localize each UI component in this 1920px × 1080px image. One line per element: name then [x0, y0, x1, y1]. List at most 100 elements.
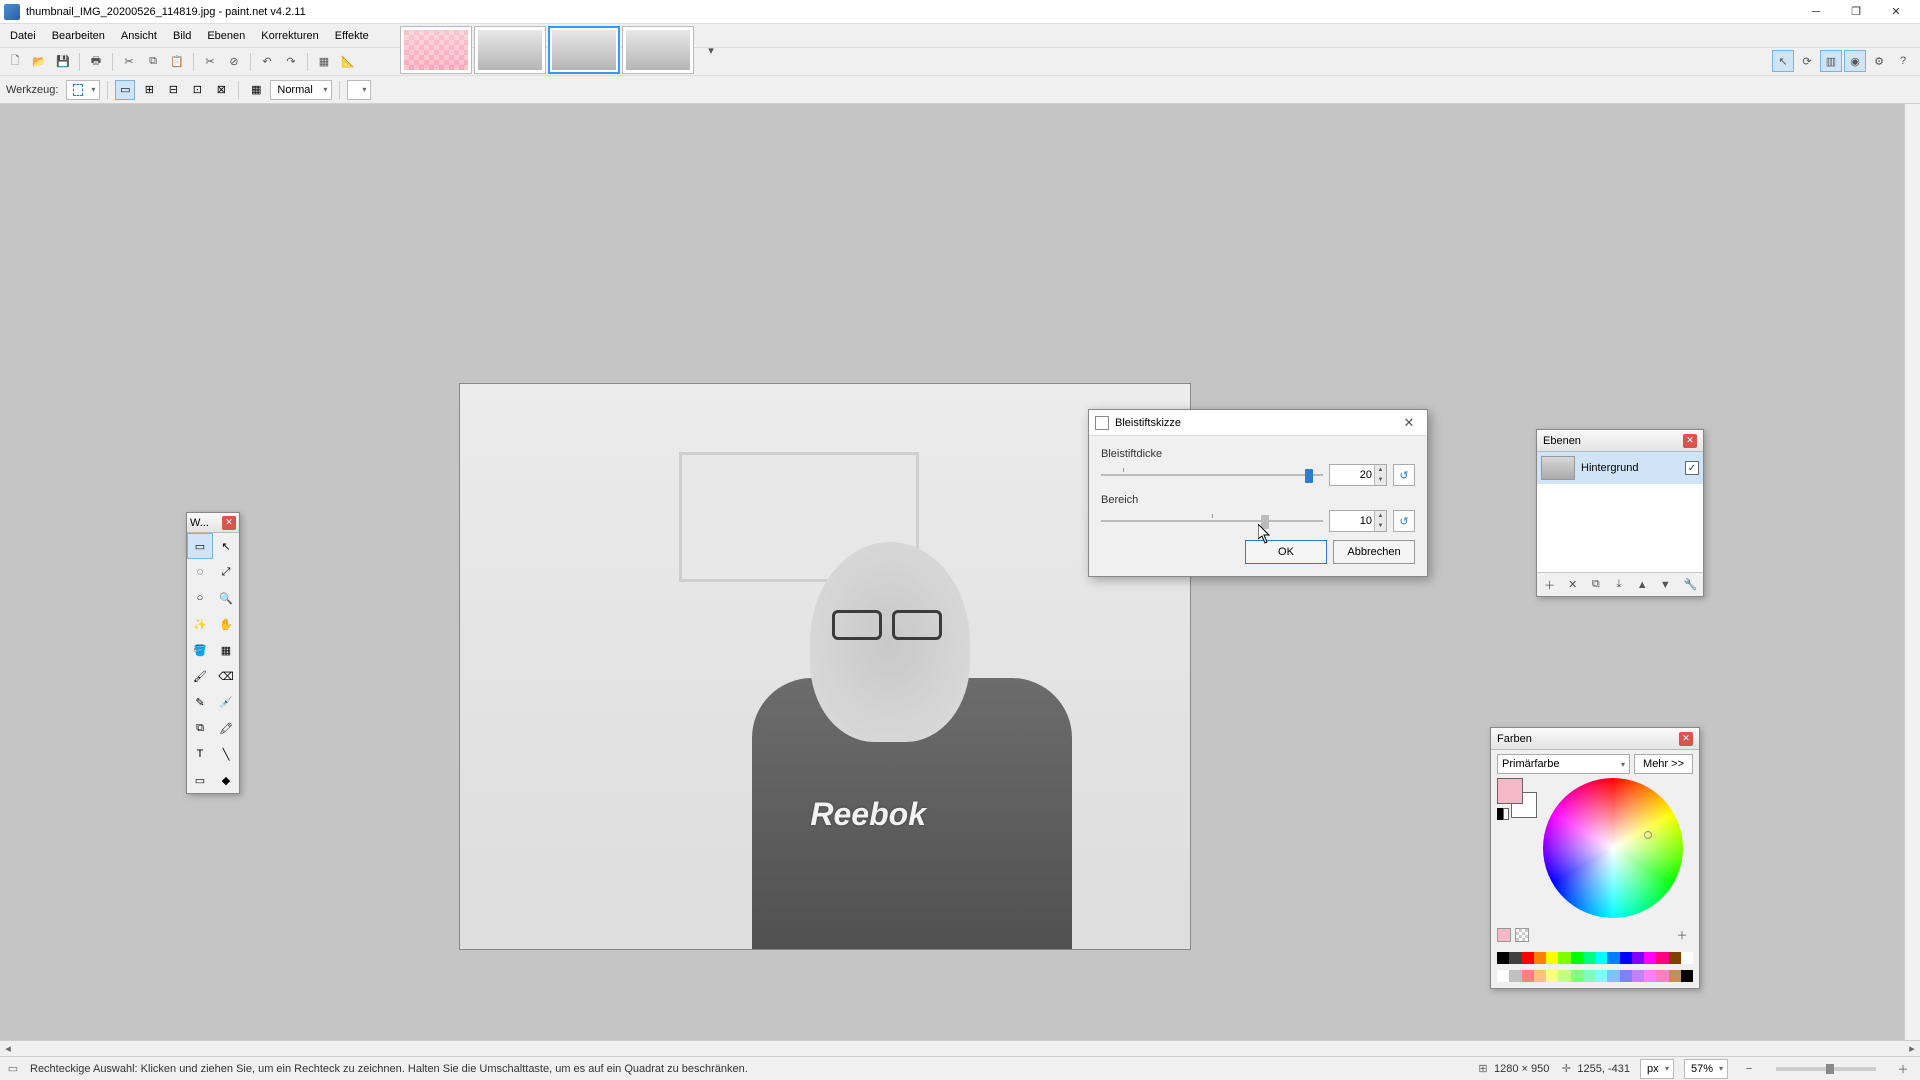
zoom-in-icon[interactable]: ＋ [1892, 1058, 1914, 1080]
horizontal-scrollbar[interactable]: ◂ ▸ [0, 1040, 1920, 1056]
palette-swatch[interactable] [1522, 952, 1534, 964]
layers-panel[interactable]: Ebenen ✕ Hintergrund ✓ ＋ ✕ ⧉ ⤓ ▲ ▼ 🔧 [1536, 429, 1704, 597]
move-layer-up-icon[interactable]: ▲ [1632, 574, 1653, 596]
toggle-layers-window[interactable]: ▥ [1820, 50, 1842, 72]
deselect-icon[interactable]: ⊘ [223, 51, 245, 73]
document-tab-1[interactable] [400, 26, 472, 74]
palette-swatch[interactable] [1656, 952, 1668, 964]
cut-icon[interactable]: ✂ [118, 51, 140, 73]
selection-mode-subtract[interactable]: ⊟ [163, 80, 183, 100]
recent-color-swatch[interactable] [1515, 928, 1529, 942]
menu-bild[interactable]: Bild [165, 27, 199, 45]
selection-mode-intersect[interactable]: ⊡ [187, 80, 207, 100]
tool-text[interactable]: T [187, 741, 213, 767]
tool-recolor[interactable]: 🖍 [213, 715, 239, 741]
selection-mode-add[interactable]: ⊞ [139, 80, 159, 100]
copy-icon[interactable]: ⧉ [142, 51, 164, 73]
tool-pan[interactable]: ✋ [213, 611, 239, 637]
spin-down[interactable]: ▼ [1374, 521, 1386, 531]
move-layer-down-icon[interactable]: ▼ [1655, 574, 1676, 596]
tool-pencil[interactable]: ✎ [187, 689, 213, 715]
palette-swatch[interactable] [1620, 952, 1632, 964]
layers-close[interactable]: ✕ [1683, 434, 1697, 448]
more-button[interactable]: Mehr >> [1634, 754, 1693, 774]
palette-swatch[interactable] [1546, 970, 1558, 982]
menu-datei[interactable]: Datei [2, 27, 44, 45]
palette-swatch[interactable] [1632, 970, 1644, 982]
minimize-button[interactable]: ─ [1796, 1, 1836, 23]
range-reset[interactable]: ↺ [1393, 510, 1415, 532]
toggle-history-window[interactable]: ⟳ [1796, 50, 1818, 72]
document-tab-4[interactable] [622, 26, 694, 74]
tool-ellipse-select[interactable]: ○ [187, 585, 213, 611]
ruler-icon[interactable]: 📐 [337, 51, 359, 73]
zoom-selector[interactable]: 57% [1684, 1059, 1728, 1079]
tools-window-titlebar[interactable]: W... ✕ [187, 513, 239, 533]
pencil-thickness-slider[interactable] [1101, 466, 1323, 484]
tab-overflow-icon[interactable]: ▾ [700, 39, 722, 61]
palette-swatch[interactable] [1558, 970, 1570, 982]
tool-color-picker[interactable]: 💉 [213, 689, 239, 715]
layer-item[interactable]: Hintergrund ✓ [1537, 452, 1703, 484]
recent-color-swatch[interactable] [1497, 928, 1511, 942]
open-file-icon[interactable]: 📂 [28, 51, 50, 73]
duplicate-layer-icon[interactable]: ⧉ [1585, 574, 1606, 596]
colors-close[interactable]: ✕ [1679, 732, 1693, 746]
add-layer-icon[interactable]: ＋ [1539, 574, 1560, 596]
pencil-thickness-reset[interactable]: ↺ [1393, 464, 1415, 486]
scrollbar-track[interactable] [16, 1041, 1904, 1057]
maximize-button[interactable]: ❐ [1836, 1, 1876, 23]
units-selector[interactable]: px [1640, 1059, 1674, 1079]
palette-swatch[interactable] [1669, 952, 1681, 964]
dialog-titlebar[interactable]: Bleistiftskizze ✕ [1089, 410, 1427, 436]
selection-mode-replace[interactable]: ▭ [115, 80, 135, 100]
scroll-left-icon[interactable]: ◂ [0, 1041, 16, 1057]
menu-ansicht[interactable]: Ansicht [113, 27, 165, 45]
scroll-right-icon[interactable]: ▸ [1904, 1041, 1920, 1057]
palette-swatch[interactable] [1644, 970, 1656, 982]
palette-swatch[interactable] [1656, 970, 1668, 982]
spin-up[interactable]: ▲ [1374, 511, 1386, 521]
vertical-scrollbar[interactable] [1904, 104, 1920, 1040]
flood-mode-icon[interactable]: ▦ [246, 80, 266, 100]
palette-swatch[interactable] [1522, 970, 1534, 982]
toggle-tools-window[interactable]: ↖ [1772, 50, 1794, 72]
save-file-icon[interactable]: 💾 [52, 51, 74, 73]
menu-bearbeiten[interactable]: Bearbeiten [44, 27, 113, 45]
selection-mode-xor[interactable]: ⊠ [211, 80, 231, 100]
range-slider[interactable] [1101, 512, 1323, 530]
tool-move-selection[interactable]: ⤢ [213, 559, 239, 585]
pencil-thickness-input[interactable]: 20 ▲▼ [1329, 464, 1387, 486]
palette-swatch[interactable] [1669, 970, 1681, 982]
palette-swatch[interactable] [1497, 952, 1509, 964]
tool-move[interactable]: ↖ [213, 533, 239, 559]
swap-colors-icon[interactable] [1497, 808, 1509, 820]
ok-button[interactable]: OK [1245, 540, 1327, 564]
add-palette-color-icon[interactable]: ＋ [1671, 924, 1693, 946]
delete-layer-icon[interactable]: ✕ [1562, 574, 1583, 596]
palette-swatch[interactable] [1595, 970, 1607, 982]
settings-icon[interactable]: ⚙ [1868, 50, 1890, 72]
color-swatches[interactable] [1497, 778, 1537, 818]
palette-swatch[interactable] [1620, 970, 1632, 982]
colors-titlebar[interactable]: Farben ✕ [1491, 728, 1699, 750]
menu-korrekturen[interactable]: Korrekturen [253, 27, 326, 45]
tool-magic-wand[interactable]: ✨ [187, 611, 213, 637]
color-wheel[interactable] [1543, 778, 1683, 918]
tool-lasso[interactable]: ◌ [187, 559, 213, 585]
crop-icon[interactable]: ✂ [199, 51, 221, 73]
layer-properties-icon[interactable]: 🔧 [1680, 574, 1701, 596]
range-input[interactable]: 10 ▲▼ [1329, 510, 1387, 532]
spin-up[interactable]: ▲ [1374, 465, 1386, 475]
sampling-selector[interactable] [347, 80, 371, 100]
palette-swatch[interactable] [1558, 952, 1570, 964]
colors-panel[interactable]: Farben ✕ Primärfarbe Mehr >> [1490, 727, 1700, 989]
tool-selector[interactable] [66, 80, 100, 100]
palette-swatch[interactable] [1583, 970, 1595, 982]
menu-ebenen[interactable]: Ebenen [199, 27, 253, 45]
help-icon[interactable]: ? [1892, 50, 1914, 72]
palette-swatch[interactable] [1534, 952, 1546, 964]
layer-visibility-checkbox[interactable]: ✓ [1685, 461, 1699, 475]
layers-titlebar[interactable]: Ebenen ✕ [1537, 430, 1703, 452]
palette-swatch[interactable] [1583, 952, 1595, 964]
